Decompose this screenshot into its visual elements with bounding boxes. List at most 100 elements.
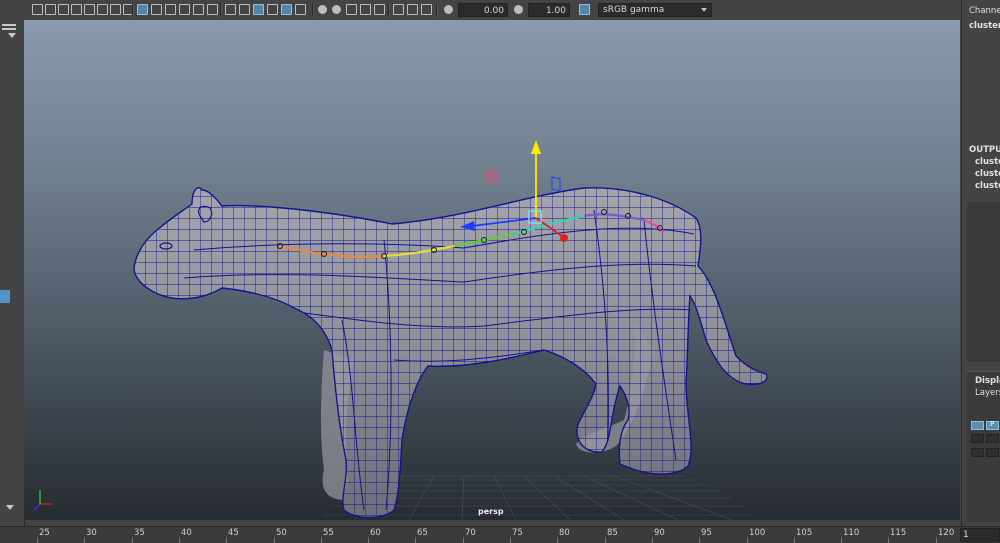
- time-tick-label: 100: [749, 528, 766, 538]
- camera-attributes-icon[interactable]: [45, 4, 56, 15]
- output-item[interactable]: cluster: [975, 157, 1000, 167]
- current-frame-field[interactable]: 1: [960, 528, 1000, 542]
- motion-blur-icon[interactable]: [346, 4, 357, 15]
- time-tick: [747, 537, 748, 543]
- layers-menu[interactable]: Layers: [975, 388, 1000, 398]
- outputs-header: OUTPUT: [969, 145, 1000, 155]
- time-slider[interactable]: 25 30 35 40 45 50 55 60 65 70 75 80 85 90 95 100 105 110 1…: [0, 526, 1000, 543]
- time-tick-label: 50: [276, 528, 287, 538]
- time-tick-label: 60: [370, 528, 381, 538]
- menu-lines-icon-line: [2, 28, 16, 30]
- camera-label: persp: [478, 507, 504, 516]
- time-tick: [936, 537, 937, 543]
- playback-label: P: [990, 420, 995, 428]
- safe-title-icon[interactable]: [207, 4, 218, 15]
- layer-cell[interactable]: [986, 448, 999, 457]
- bookmark-icon[interactable]: [58, 4, 69, 15]
- toolbar-divider: [220, 3, 222, 17]
- time-tick-label: 70: [465, 528, 476, 538]
- time-tick-label: 65: [417, 528, 428, 538]
- time-tick-label: 90: [654, 528, 665, 538]
- time-tick: [37, 537, 38, 543]
- layer-cell[interactable]: [971, 434, 984, 443]
- viewport-toolbar: 0.00 1.00 sRGB gamma: [24, 0, 960, 21]
- layer-playback-toggle[interactable]: P: [986, 420, 999, 430]
- time-tick: [415, 537, 416, 543]
- select-camera-icon[interactable]: [32, 4, 43, 15]
- toolbar-divider: [312, 3, 314, 17]
- grid-toggle-icon[interactable]: [110, 4, 121, 15]
- time-tick-label: 85: [607, 528, 618, 538]
- field-chart-icon[interactable]: [179, 4, 190, 15]
- output-item[interactable]: cluster: [975, 169, 1000, 179]
- layer-cell[interactable]: [971, 448, 984, 457]
- time-tick: [321, 537, 322, 543]
- time-tick-label: 105: [796, 528, 813, 538]
- image-plane-icon[interactable]: [71, 4, 82, 15]
- gate-mask-icon[interactable]: [165, 4, 176, 15]
- resolution-gate-icon[interactable]: [151, 4, 162, 15]
- textured-icon[interactable]: [267, 4, 278, 15]
- time-tick-label: 120: [938, 528, 955, 538]
- time-tick: [841, 537, 842, 543]
- time-tick: [557, 537, 558, 543]
- time-tick: [699, 537, 700, 543]
- time-tick: [605, 537, 606, 543]
- channel-box-title[interactable]: Channe: [969, 6, 1000, 16]
- smooth-shade-icon[interactable]: [239, 4, 250, 15]
- axis-gizmo-icon: [33, 490, 52, 511]
- time-tick-label: 40: [181, 528, 192, 538]
- output-item[interactable]: cluster: [975, 181, 1000, 191]
- menu-lines-icon[interactable]: [2, 24, 16, 26]
- depth-of-field-icon[interactable]: [374, 4, 385, 15]
- exposure-icon[interactable]: [444, 5, 453, 14]
- gamma-field[interactable]: 1.00: [528, 3, 570, 17]
- time-tick: [463, 537, 464, 543]
- safe-action-icon[interactable]: [193, 4, 204, 15]
- time-tick-label: 55: [323, 528, 334, 538]
- time-tick: [510, 537, 511, 543]
- time-tick: [794, 537, 795, 543]
- ambient-occlusion-icon[interactable]: [332, 5, 341, 14]
- two-d-pan-icon[interactable]: [84, 4, 95, 15]
- isolate-select-icon[interactable]: [393, 4, 404, 15]
- time-tick-label: 110: [843, 528, 860, 538]
- layer-visibility-toggle[interactable]: [971, 421, 984, 430]
- grease-pencil-icon[interactable]: [97, 4, 108, 15]
- use-all-lights-icon[interactable]: [295, 4, 306, 15]
- grid-icon[interactable]: [137, 4, 148, 15]
- time-tick-label: 115: [890, 528, 907, 538]
- layer-cell[interactable]: [986, 434, 999, 443]
- time-tick: [888, 537, 889, 543]
- scroll-down-icon[interactable]: [6, 505, 14, 510]
- exposure-field[interactable]: 0.00: [458, 3, 508, 17]
- xray-joints-icon[interactable]: [407, 4, 418, 15]
- xray-icon[interactable]: [281, 4, 292, 15]
- time-tick: [84, 537, 85, 543]
- toolbar-divider: [132, 3, 134, 17]
- wireframe-icon[interactable]: [225, 4, 236, 15]
- shadows-icon[interactable]: [318, 5, 327, 14]
- selected-tool-indicator[interactable]: [0, 290, 10, 303]
- chevron-down-icon[interactable]: [8, 33, 16, 38]
- layer-editor: Display Layers P: [967, 371, 1000, 522]
- left-shelf-strip: [0, 0, 25, 526]
- time-tick: [368, 537, 369, 543]
- scene-canvas: [33, 140, 768, 520]
- perspective-viewport[interactable]: persp: [24, 20, 960, 520]
- time-tick-label: 75: [512, 528, 523, 538]
- color-space-label: sRGB gamma: [603, 5, 665, 15]
- time-tick: [652, 537, 653, 543]
- object-name[interactable]: cluster3: [969, 21, 1000, 31]
- multisample-icon[interactable]: [360, 4, 371, 15]
- time-tick: [132, 537, 133, 543]
- toolbar-divider: [388, 3, 390, 17]
- display-tab[interactable]: Display: [975, 376, 1000, 386]
- xray-active-components-icon[interactable]: [421, 4, 432, 15]
- color-management-icon[interactable]: [579, 4, 590, 15]
- time-tick-label: 25: [39, 528, 50, 538]
- color-space-select[interactable]: sRGB gamma: [598, 3, 712, 17]
- wireframe-on-shaded-icon[interactable]: [253, 4, 264, 15]
- gamma-icon[interactable]: [514, 5, 523, 14]
- time-tick: [274, 537, 275, 543]
